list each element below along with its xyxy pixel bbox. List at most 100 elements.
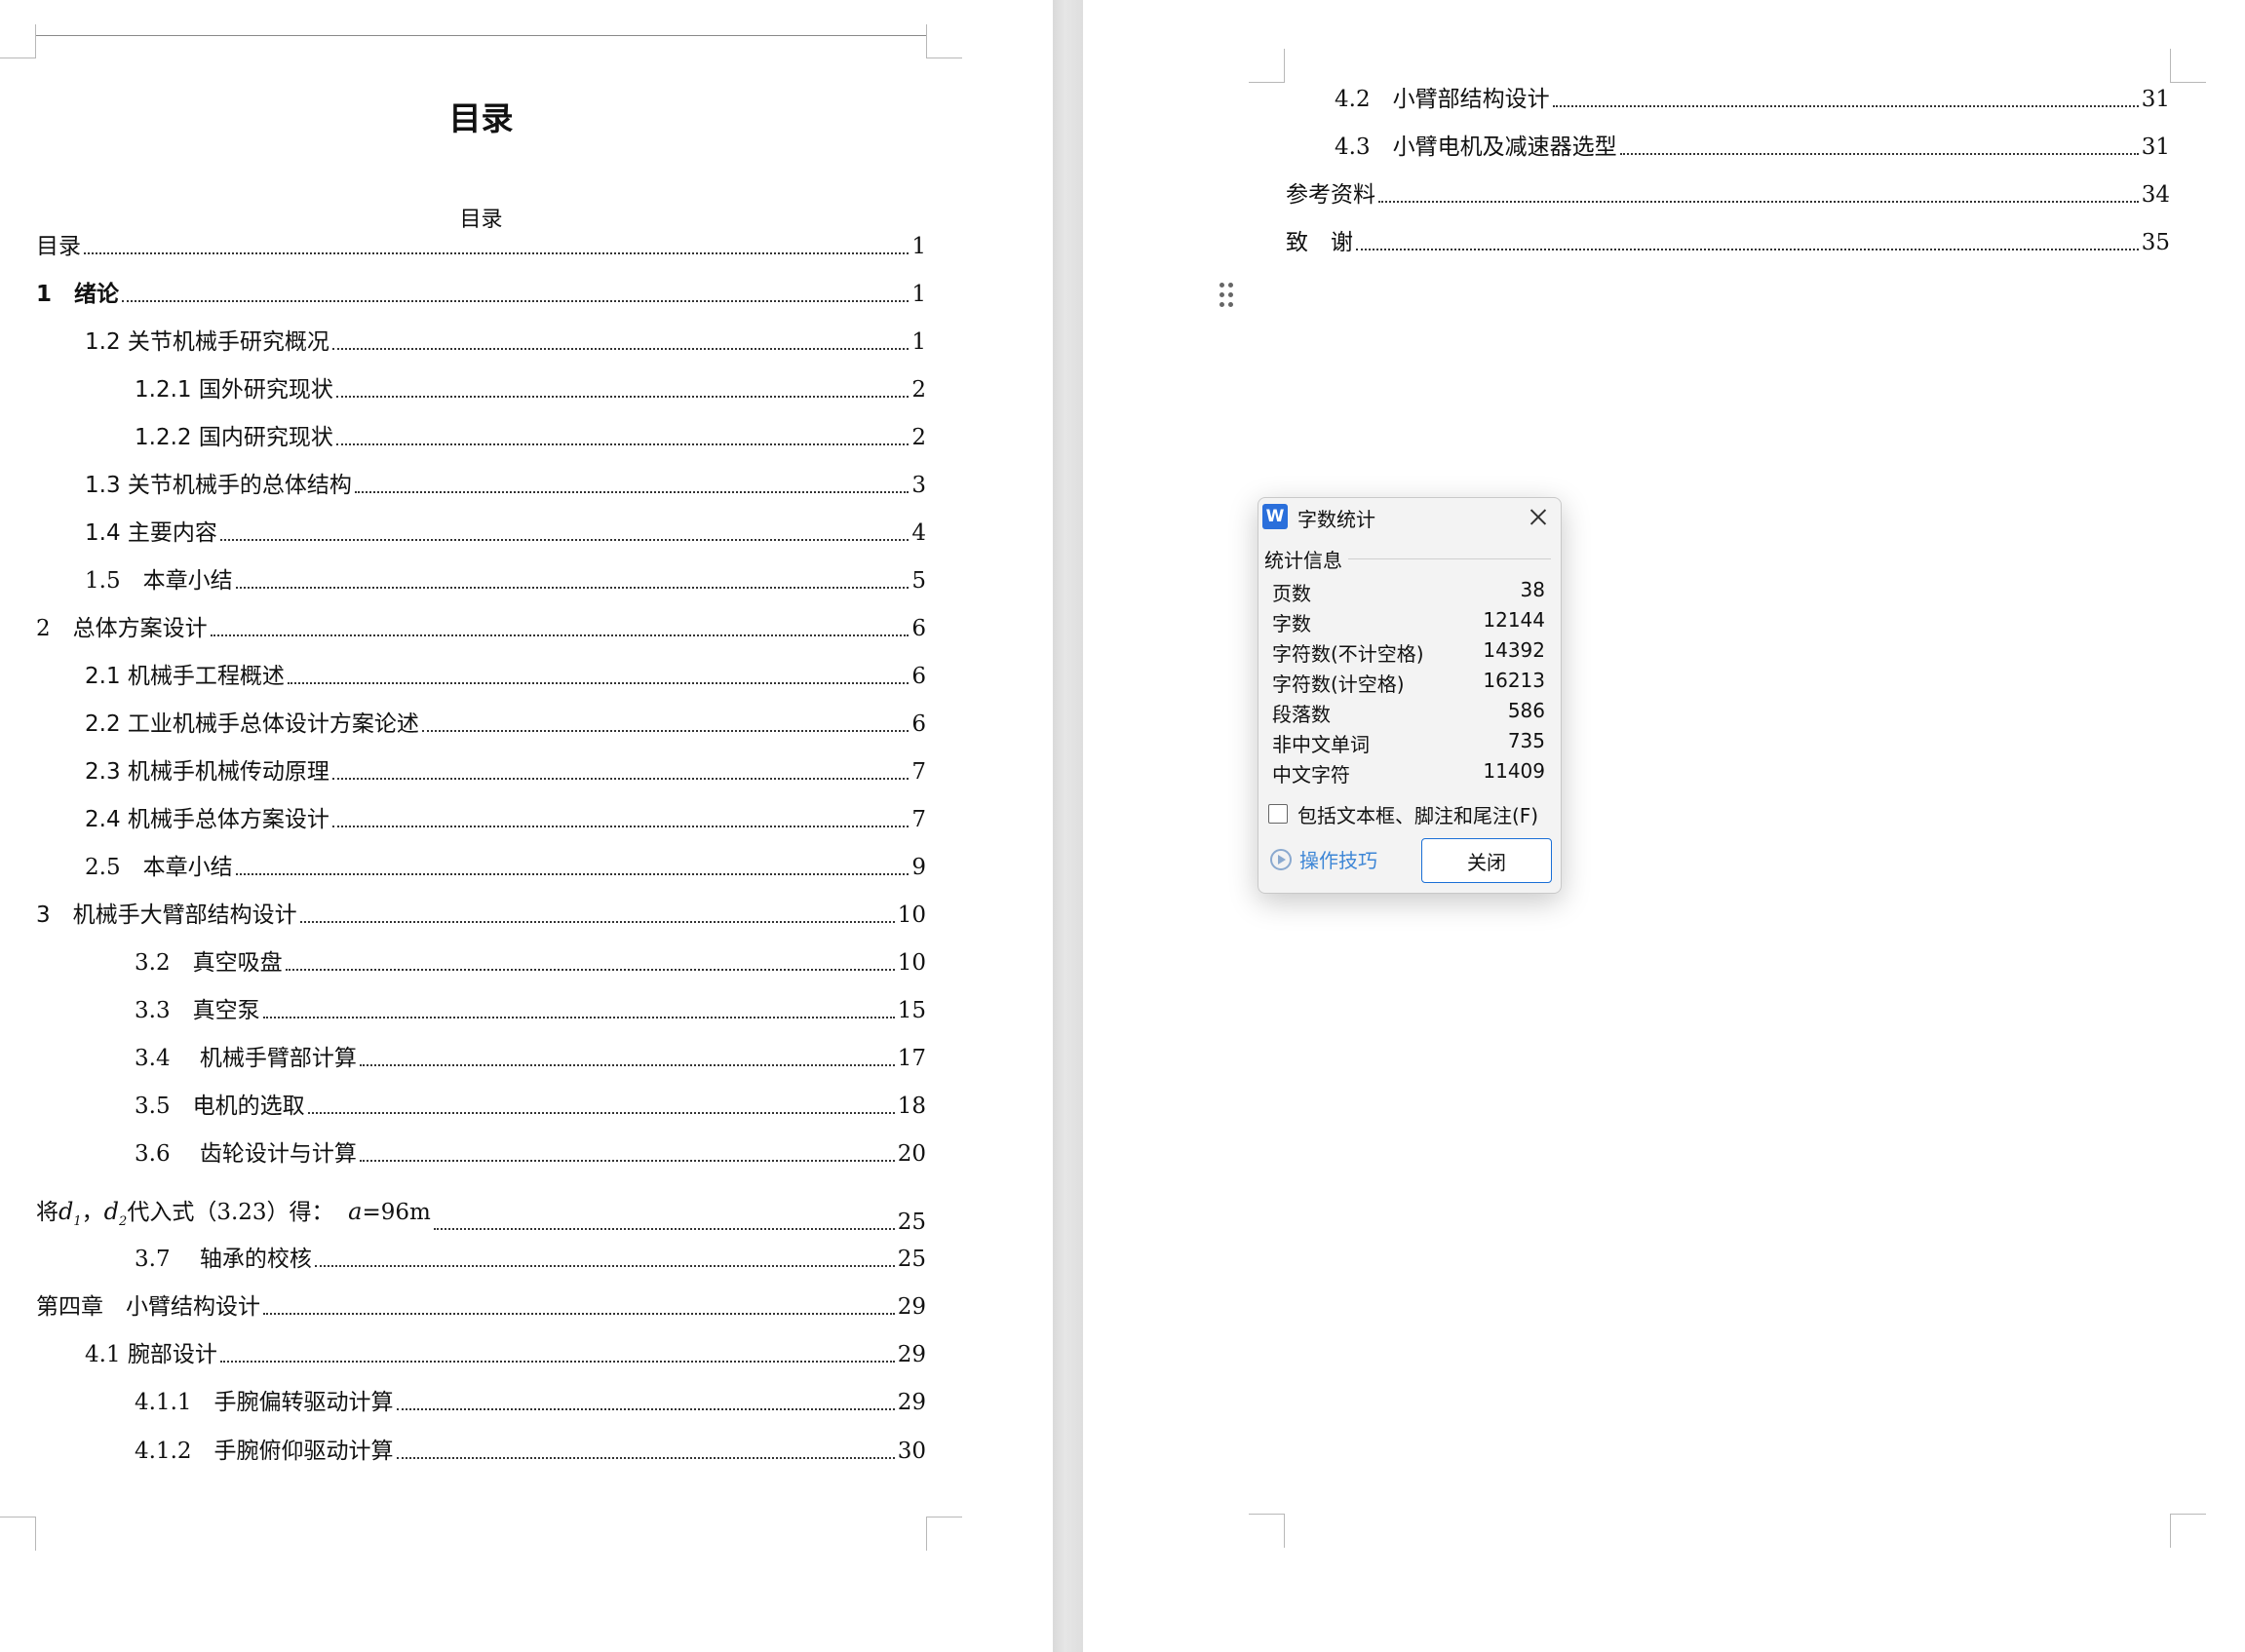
formula-d1: d1 (58, 1198, 82, 1229)
stat-label: 页数 (1272, 582, 1311, 605)
word-count-dialog: W 字数统计 统计信息 页数 38 字数 12144 字符数(不计空格) 143… (1258, 497, 1562, 894)
toc-entry-page: 2 (911, 377, 926, 403)
toc-leader (210, 634, 910, 636)
toc-entry-text: 2.2 工业机械手总体设计方案论述 (85, 711, 419, 737)
toc-leader (219, 539, 910, 541)
toc-entry[interactable]: 4.3 小臂电机及减速器选型 31 (1335, 133, 2170, 162)
toc-entry[interactable]: 3.3 真空泵 15 (135, 996, 926, 1025)
toc-entry-page: 5 (911, 568, 926, 594)
toc-entry[interactable]: 致 谢 35 (1286, 228, 2170, 257)
toc-entry-text: 1.2 关节机械手研究概况 (85, 329, 329, 355)
toc-entry-text: 1.3 关节机械手的总体结构 (85, 473, 352, 498)
toc-entry[interactable]: 3.4 机械手臂部计算 17 (135, 1044, 926, 1073)
toc-leader (299, 921, 895, 923)
toc-entry[interactable]: 4.1.1 手腕偏转驱动计算 29 (135, 1388, 926, 1417)
toc-entry-text: 4.1.2 手腕俯仰驱动计算 (135, 1439, 394, 1464)
stat-row-chars-with-spaces: 字符数(计空格) 16213 (1272, 669, 1545, 698)
formula-sep: ， (81, 1200, 104, 1225)
toc-entry-page: 29 (897, 1294, 926, 1320)
toc-entry-formula[interactable]: 将d1，d2代入式（3.23）得： a=96m 25 (36, 1197, 926, 1237)
toc-entry[interactable]: 3 机械手大臂部结构设计 10 (36, 901, 926, 930)
toc-entry-page: 29 (897, 1390, 926, 1415)
toc-entry-text: 2.3 机械手机械传动原理 (85, 759, 329, 785)
toc-entry[interactable]: 2.5 本章小结 9 (85, 853, 926, 882)
wps-logo-icon: W (1262, 504, 1288, 529)
crop-mark-bottom-right (2170, 1514, 2206, 1548)
toc-entry[interactable]: 1.3 关节机械手的总体结构 3 (85, 471, 926, 500)
toc-entry-text: 4.2 小臂部结构设计 (1335, 87, 1550, 112)
toc-entry-page: 25 (897, 1209, 926, 1235)
toc-entry-text: 3.2 真空吸盘 (135, 950, 283, 976)
toc-entry-text: 3.5 电机的选取 (135, 1094, 305, 1119)
toc-leader (331, 348, 910, 350)
dialog-titlebar[interactable]: W 字数统计 (1258, 498, 1561, 537)
toc-entry[interactable]: 4.2 小臂部结构设计 31 (1335, 85, 2170, 114)
stat-row-non-chinese-words: 非中文单词 735 (1272, 729, 1545, 758)
toc-leader (335, 396, 910, 398)
close-button[interactable]: 关闭 (1421, 838, 1552, 883)
toc-entry-text: 1.2.1 国外研究现状 (135, 377, 333, 403)
close-icon[interactable] (1528, 506, 1549, 527)
toc-entry[interactable]: 目录 1 (36, 232, 926, 261)
toc-entry[interactable]: 4.1 腕部设计 29 (85, 1340, 926, 1369)
toc-entry-page: 31 (2141, 87, 2170, 112)
toc-entry-page: 17 (897, 1046, 926, 1071)
stat-value: 38 (1520, 578, 1545, 601)
toc-entry[interactable]: 第四章 小臂结构设计 29 (36, 1292, 926, 1322)
toc-entry-page: 20 (897, 1141, 926, 1167)
toc-leader (1552, 105, 2139, 107)
toc-entry-text: 4.3 小臂电机及减速器选型 (1335, 134, 1617, 160)
toc-entry[interactable]: 2.3 机械手机械传动原理 7 (85, 757, 926, 787)
toc-entry[interactable]: 参考资料 34 (1286, 180, 2170, 210)
crop-mark-bottom-left (1249, 1514, 1285, 1548)
checkbox-label: 包括文本框、脚注和尾注(F) (1297, 803, 1539, 827)
toc-entry[interactable]: 1 绪论 1 (36, 280, 926, 309)
page-gutter (1053, 0, 1083, 1652)
toc-entry-text: 2.4 机械手总体方案设计 (85, 807, 329, 832)
toc-entry-text: 3.7 轴承的校核 (135, 1247, 312, 1272)
toc-entry[interactable]: 1.4 主要内容 4 (85, 519, 926, 548)
formula-mid: 代入式（3.23）得： (127, 1200, 334, 1225)
toc-entry-page: 35 (2141, 230, 2170, 255)
toc-entry[interactable]: 2.2 工业机械手总体设计方案论述 6 (85, 710, 926, 739)
toc-leader (1356, 249, 2139, 250)
toc-entry[interactable]: 4.1.2 手腕俯仰驱动计算 30 (135, 1437, 926, 1466)
toc-entry-text: 4.1 腕部设计 (85, 1342, 217, 1367)
toc-entry[interactable]: 3.2 真空吸盘 10 (135, 948, 926, 978)
toc-entry-text: 3.3 真空泵 (135, 998, 260, 1023)
crop-mark-bottom-left (0, 1517, 36, 1551)
toc-entry-page: 15 (897, 998, 926, 1023)
toc-entry-text: 1.4 主要内容 (85, 520, 217, 546)
toc-entry[interactable]: 1.2.1 国外研究现状 2 (135, 375, 926, 404)
stat-label: 中文字符 (1272, 763, 1350, 787)
drag-handle-icon[interactable] (1219, 283, 1236, 310)
toc-entry-text: 2.1 机械手工程概述 (85, 664, 285, 689)
toc-leader (396, 1408, 895, 1410)
toc-leader (122, 300, 910, 302)
toc-entry[interactable]: 3.7 轴承的校核 25 (135, 1245, 926, 1274)
include-textbox-footnote-checkbox[interactable]: 包括文本框、脚注和尾注(F) (1268, 801, 1539, 827)
toc-entry-page: 1 (911, 282, 926, 307)
stat-label: 非中文单词 (1272, 733, 1370, 756)
toc-entry[interactable]: 1.2.2 国内研究现状 2 (135, 423, 926, 452)
tips-link[interactable]: 操作技巧 (1270, 845, 1377, 873)
toc-entry[interactable]: 2.1 机械手工程概述 6 (85, 662, 926, 691)
stat-row-chinese-chars: 中文字符 11409 (1272, 759, 1545, 788)
toc-entry-text: 3 机械手大臂部结构设计 (36, 903, 297, 928)
toc-entry-page: 31 (2141, 134, 2170, 160)
toc-entry[interactable]: 2 总体方案设计 6 (36, 614, 926, 643)
formula-a: a (348, 1198, 363, 1225)
toc-subtitle: 目录 (459, 208, 503, 232)
toc-entry[interactable]: 3.6 齿轮设计与计算 20 (135, 1139, 926, 1169)
toc-entry[interactable]: 3.5 电机的选取 18 (135, 1092, 926, 1121)
toc-entry-text: 第四章 小臂结构设计 (36, 1294, 260, 1320)
toc-entry-page: 18 (897, 1094, 926, 1119)
toc-leader (263, 1313, 895, 1315)
stat-value: 12144 (1483, 608, 1545, 632)
toc-leader (84, 252, 910, 254)
checkbox-box[interactable] (1268, 804, 1288, 824)
toc-leader (314, 1265, 895, 1267)
toc-entry[interactable]: 1.2 关节机械手研究概况 1 (85, 327, 926, 357)
toc-entry[interactable]: 1.5 本章小结 5 (85, 566, 926, 595)
toc-entry[interactable]: 2.4 机械手总体方案设计 7 (85, 805, 926, 834)
